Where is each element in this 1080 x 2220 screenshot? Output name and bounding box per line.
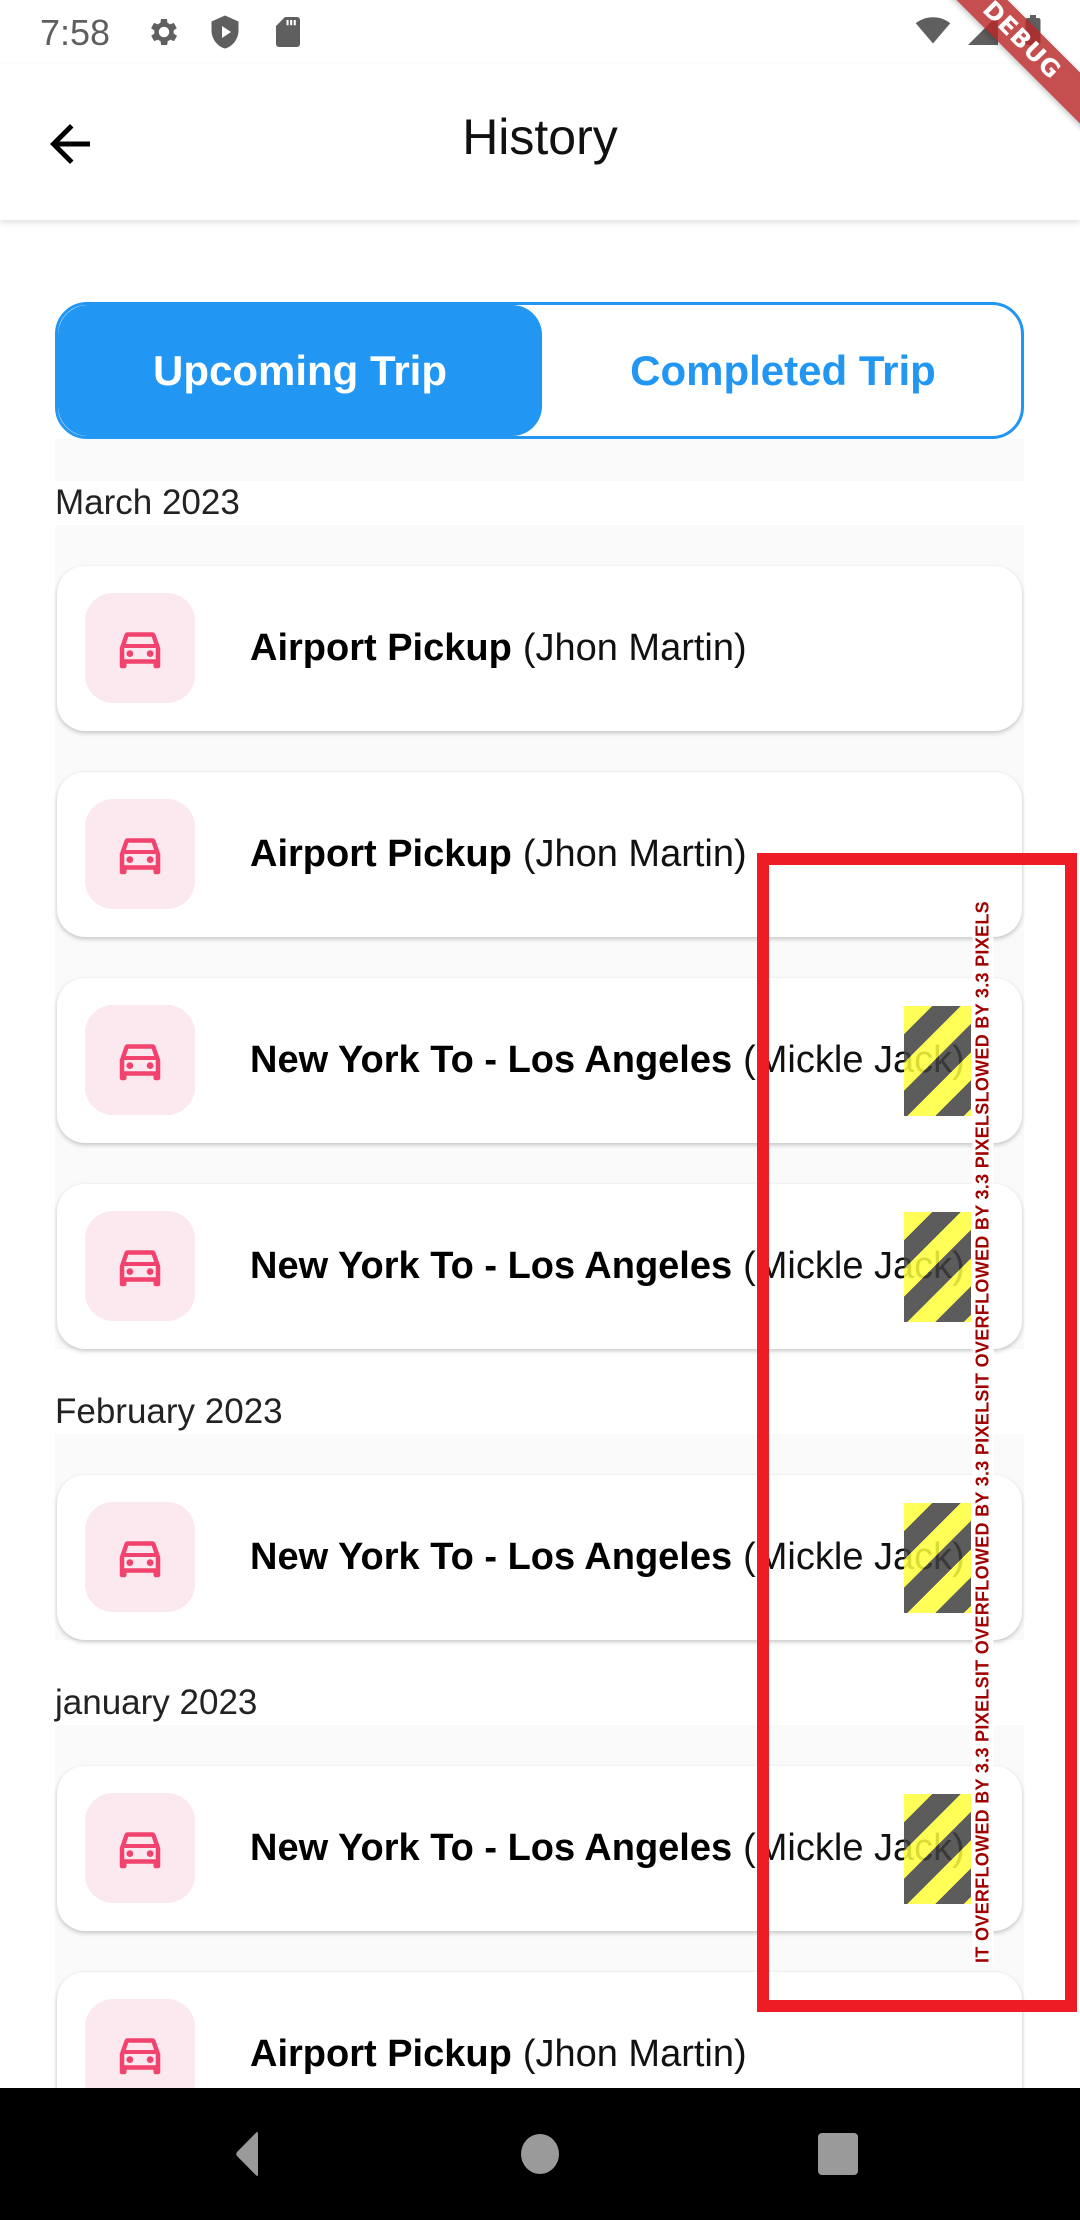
trip-title: Airport Pickup xyxy=(250,833,512,875)
shield-play-icon xyxy=(211,15,239,49)
trip-card[interactable]: New York To - Los Angeles (Mickle Jack) xyxy=(57,1475,1022,1640)
car-icon xyxy=(119,2038,161,2075)
overflow-stripe-indicator xyxy=(904,1006,971,1116)
car-icon xyxy=(119,1541,161,1578)
gear-icon xyxy=(151,18,178,46)
trip-icon-box xyxy=(85,799,195,909)
trip-icon-box xyxy=(85,1793,195,1903)
trip-title: Airport Pickup xyxy=(250,2033,512,2075)
section-header: March 2023 xyxy=(55,481,1024,525)
trip-passenger-name: (Jhon Martin) xyxy=(522,627,747,669)
system-nav-bar xyxy=(0,2088,1080,2220)
trip-card[interactable]: New York To - Los Angeles (Mickle Jack) xyxy=(57,978,1022,1143)
trip-card[interactable]: New York To - Los Angeles (Mickle Jack) xyxy=(57,1184,1022,1349)
trip-title: New York To - Los Angeles xyxy=(250,1536,733,1578)
trip-title: New York To - Los Angeles xyxy=(250,1039,733,1081)
overflow-stripe-indicator xyxy=(904,1794,971,1904)
overflow-stripe-indicator xyxy=(904,1503,971,1613)
trip-type-toggle: Upcoming Trip Completed Trip xyxy=(55,302,1024,439)
tab-upcoming-trip[interactable]: Upcoming Trip xyxy=(58,305,542,436)
trip-text: New York To - Los Angeles (Mickle Jack) xyxy=(250,1766,965,1931)
car-icon xyxy=(119,1044,161,1081)
trip-card[interactable]: Airport Pickup (Jhon Martin) xyxy=(57,566,1022,731)
trip-history-list: March 2023 Airport Pickup (Jhon Martin) Air… xyxy=(55,439,1024,2178)
trip-title: Airport Pickup xyxy=(250,627,512,669)
overflow-warning-text: IT OVERFLOWED BY 3.3 PIXELSIT OVERFLOWED… xyxy=(972,901,994,1963)
nav-home-icon[interactable] xyxy=(512,2126,568,2182)
tab-completed-trip[interactable]: Completed Trip xyxy=(542,305,1021,436)
nav-back-icon[interactable] xyxy=(218,2126,274,2182)
sd-card-icon xyxy=(276,17,300,47)
trip-card[interactable]: Airport Pickup (Jhon Martin) xyxy=(57,772,1022,937)
trip-text: New York To - Los Angeles (Mickle Jack) xyxy=(250,1184,965,1349)
car-icon xyxy=(119,632,161,669)
trip-icon-box xyxy=(85,1005,195,1115)
app-bar: History xyxy=(0,64,1080,220)
car-icon xyxy=(119,838,161,875)
trip-card[interactable]: New York To - Los Angeles (Mickle Jack) xyxy=(57,1766,1022,1931)
trip-text: Airport Pickup (Jhon Martin) xyxy=(250,566,747,731)
trip-text: Airport Pickup (Jhon Martin) xyxy=(250,772,747,937)
status-bar: 7:58 xyxy=(0,0,1080,64)
trip-passenger-name: (Jhon Martin) xyxy=(522,833,747,875)
list-spacer xyxy=(55,439,1024,481)
trip-title: New York To - Los Angeles xyxy=(250,1245,733,1287)
wifi-icon xyxy=(915,17,951,44)
trip-text: New York To - Los Angeles (Mickle Jack) xyxy=(250,978,965,1143)
status-time: 7:58 xyxy=(40,12,111,53)
car-icon xyxy=(119,1832,161,1869)
overflow-warning: IT OVERFLOWED BY 3.3 PIXELSIT OVERFLOWED… xyxy=(972,892,994,1972)
nav-recents-icon[interactable] xyxy=(810,2126,866,2182)
trip-text: New York To - Los Angeles (Mickle Jack) xyxy=(250,1475,965,1640)
trip-icon-box xyxy=(85,593,195,703)
overflow-stripe-indicator xyxy=(904,1212,971,1322)
section-trip-list: New York To - Los Angeles (Mickle Jack) xyxy=(55,1434,1024,1640)
trip-passenger-name: (Jhon Martin) xyxy=(522,2033,747,2075)
trip-title: New York To - Los Angeles xyxy=(250,1827,733,1869)
section-header: February 2023 xyxy=(55,1390,1024,1434)
section-header: january 2023 xyxy=(55,1681,1024,1725)
car-icon xyxy=(119,1250,161,1287)
page-title: History xyxy=(462,109,618,165)
trip-icon-box xyxy=(85,1211,195,1321)
section-trip-list: New York To - Los Angeles (Mickle Jack) Ai… xyxy=(55,1725,1024,2137)
section-trip-list: Airport Pickup (Jhon Martin) Airport Picku… xyxy=(55,525,1024,1349)
trip-icon-box xyxy=(85,1502,195,1612)
